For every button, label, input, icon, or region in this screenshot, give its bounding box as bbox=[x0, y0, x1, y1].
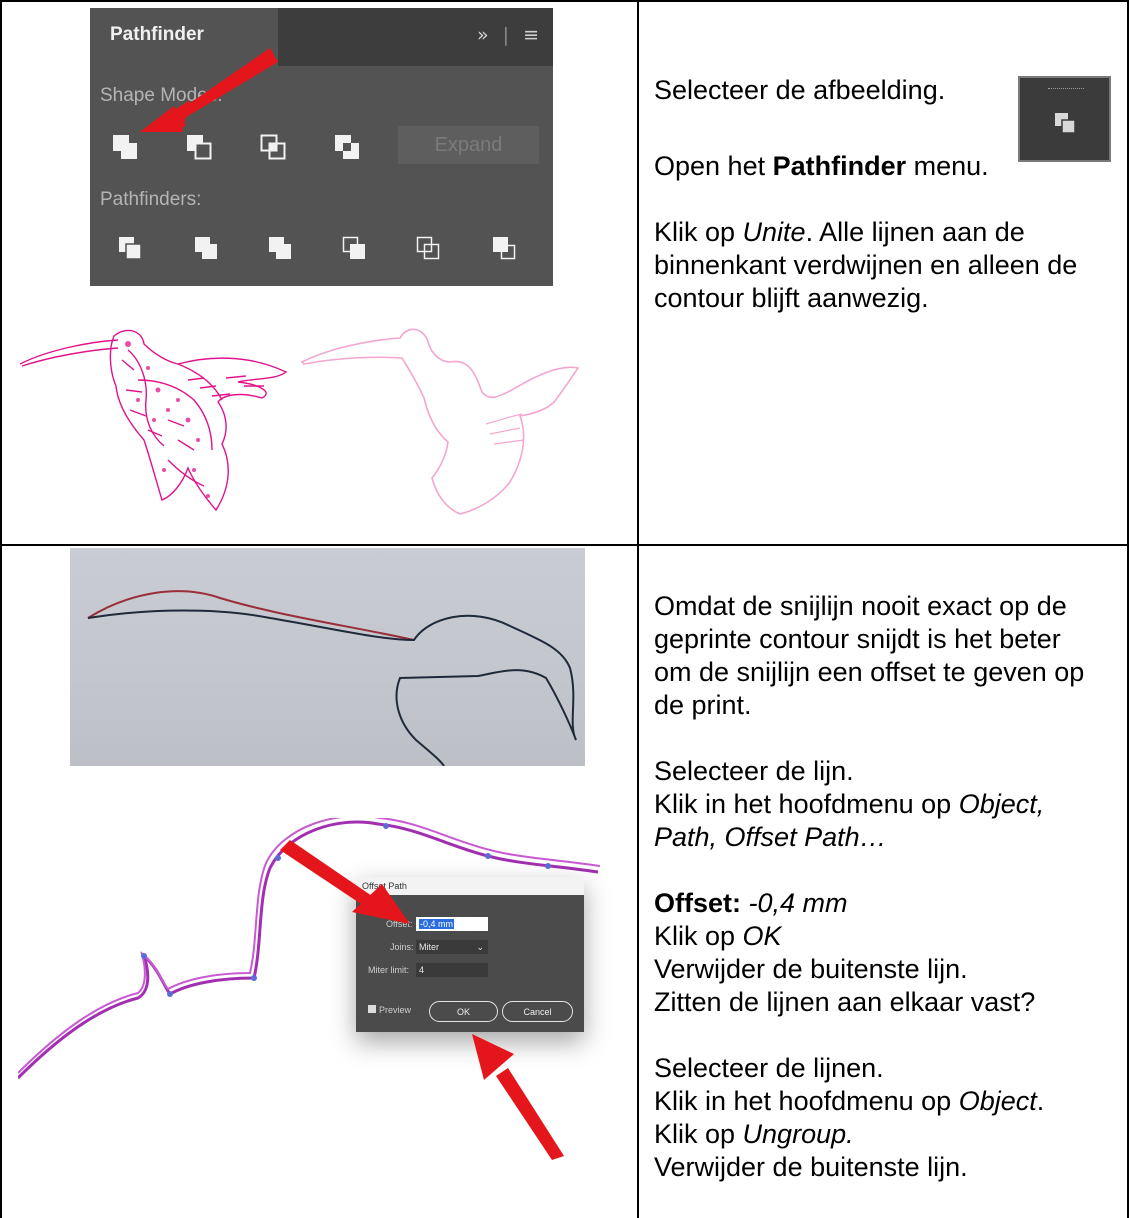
ok-button[interactable]: OK bbox=[429, 1001, 498, 1022]
text-line: Verwijder de buitenste lijn. bbox=[654, 954, 968, 984]
text-line: Klik in het hoofdmenu op Object. bbox=[654, 1086, 1045, 1116]
text-line: Klik op Unite. Alle lijnen aan de bbox=[654, 217, 1025, 247]
printed-contour-photo bbox=[70, 548, 585, 767]
text-line: contour blijft aanwezig. bbox=[654, 283, 929, 313]
table-column-divider bbox=[637, 0, 639, 1218]
text-line: Klik op OK bbox=[654, 921, 782, 951]
collapse-panel-icon[interactable]: » bbox=[477, 24, 489, 46]
hummingbird-outline-image bbox=[300, 328, 580, 515]
text-line: de print. bbox=[654, 690, 752, 720]
red-arrow-icon bbox=[140, 48, 278, 132]
pathfinder-panel-icon bbox=[1018, 76, 1111, 162]
text-line: om de snijlijn een offset te geven op bbox=[654, 657, 1085, 687]
preview-checkbox[interactable]: Preview bbox=[368, 1005, 411, 1015]
text-line: Selecteer de lijnen. bbox=[654, 1053, 884, 1083]
cancel-button[interactable]: Cancel bbox=[502, 1001, 573, 1022]
exclude-icon[interactable] bbox=[334, 134, 360, 160]
table-border-left bbox=[0, 0, 2, 1218]
joins-select[interactable]: Miter ⌄ bbox=[416, 940, 488, 954]
miter-limit-input[interactable]: 4 bbox=[416, 963, 488, 977]
joins-label: Joins: bbox=[390, 942, 414, 952]
text-line: Offset: -0,4 mm bbox=[654, 888, 848, 918]
miter-limit-label: Miter limit: bbox=[368, 965, 409, 975]
text-line: Selecteer de lijn. bbox=[654, 756, 854, 786]
hummingbird-detailed-image bbox=[19, 329, 288, 512]
contour-photo-lines bbox=[87, 590, 577, 767]
pathfinder-icon bbox=[1055, 113, 1076, 134]
panel-controls: » | ≡ bbox=[477, 24, 539, 46]
offset-value: -0,4 mm bbox=[419, 919, 455, 929]
red-arrow-icon bbox=[280, 840, 410, 924]
text-line: Verwijder de buitenste lijn. bbox=[654, 1152, 968, 1182]
table-row-divider bbox=[0, 544, 1129, 546]
merge-icon[interactable] bbox=[268, 236, 292, 260]
checkbox-checked-icon bbox=[368, 1005, 376, 1013]
red-arrow-icon bbox=[472, 1034, 564, 1160]
instruction-cell-2: Omdat de snijlijn nooit exact op de gepr… bbox=[654, 590, 1124, 1184]
text-line: Path, Offset Path… bbox=[654, 822, 887, 852]
table-border-top bbox=[0, 0, 1129, 2]
crop-icon[interactable] bbox=[342, 236, 366, 260]
text-line: binnenkant verdwijnen en alleen de bbox=[654, 250, 1078, 280]
expand-button[interactable]: Expand bbox=[398, 126, 539, 164]
text-line: Zitten de lijnen aan elkaar vast? bbox=[654, 987, 1036, 1017]
text-line: geprinte contour snijdt is het beter bbox=[654, 624, 1061, 654]
text-line: Omdat de snijlijn nooit exact op de bbox=[654, 591, 1067, 621]
outline-icon[interactable] bbox=[416, 236, 440, 260]
text-line: Klik in het hoofdmenu op Object, bbox=[654, 789, 1045, 819]
minus-back-icon[interactable] bbox=[492, 236, 516, 260]
trim-icon[interactable] bbox=[194, 236, 218, 260]
divider: | bbox=[502, 24, 510, 46]
divide-icon[interactable] bbox=[118, 236, 142, 260]
grip-lines bbox=[1048, 88, 1084, 92]
chevron-down-icon: ⌄ bbox=[476, 942, 484, 952]
offset-input[interactable]: -0,4 mm bbox=[416, 917, 488, 931]
pathfinders-label: Pathfinders: bbox=[100, 189, 202, 210]
text-line: Klik op Ungroup. bbox=[654, 1119, 854, 1149]
hamburger-menu-icon[interactable]: ≡ bbox=[523, 24, 539, 46]
